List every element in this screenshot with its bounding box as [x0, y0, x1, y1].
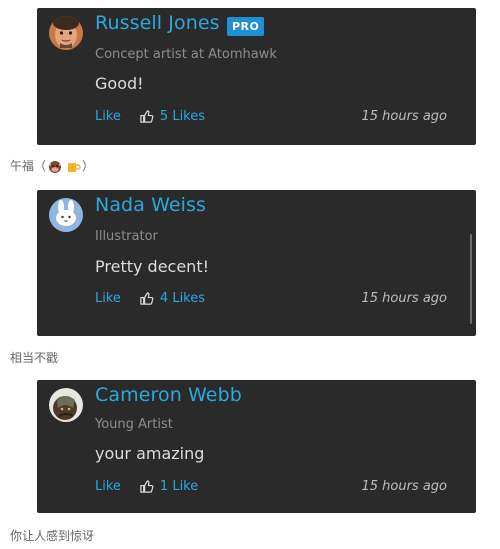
page: Russell Jones PRO Concept artist at Atom…: [0, 0, 500, 549]
comment-actions: Like 1 Like: [95, 479, 198, 494]
pro-badge: PRO: [227, 17, 265, 36]
commenter-title: Young Artist: [95, 417, 173, 432]
caption-1-prefix: 午福（: [10, 159, 47, 173]
avatar-portrait-icon: [49, 16, 83, 50]
caption-1-suffix: ）: [82, 159, 95, 173]
avatar[interactable]: [49, 16, 83, 50]
avatar[interactable]: [49, 388, 83, 422]
caption-3: 你让人感到惊讶: [10, 529, 95, 543]
commenter-name[interactable]: Cameron Webb: [95, 384, 242, 406]
comment-timestamp: 15 hours ago: [361, 479, 447, 494]
commenter-title: Concept artist at Atomhawk: [95, 47, 277, 62]
thumbs-up-icon: [139, 291, 154, 306]
comment-actions: Like 4 Likes: [95, 291, 205, 306]
comment-card-russell: Russell Jones PRO Concept artist at Atom…: [37, 8, 476, 145]
comment-text: your amazing: [95, 444, 205, 463]
cow-face-emoji-icon: [47, 158, 63, 174]
like-button[interactable]: Like: [95, 291, 121, 306]
like-button[interactable]: Like: [95, 479, 121, 494]
thumbs-up-icon: [139, 479, 154, 494]
comment-text: Pretty decent!: [95, 257, 210, 276]
comment-card-cameron: Cameron Webb Young Artist your amazing L…: [37, 380, 476, 513]
avatar[interactable]: [49, 198, 83, 232]
comment-timestamp: 15 hours ago: [361, 109, 447, 124]
commenter-title: Illustrator: [95, 229, 158, 244]
avatar-bunny-icon: [49, 198, 83, 232]
comment-text: Good!: [95, 74, 144, 93]
likes-count-link[interactable]: 1 Like: [160, 479, 198, 494]
commenter-name[interactable]: Russell Jones: [95, 12, 220, 34]
scrollbar[interactable]: [470, 234, 472, 324]
avatar-painting-icon: [49, 388, 83, 422]
caption-1: 午福（ ）: [10, 157, 94, 174]
thumbs-up-icon: [139, 109, 154, 124]
caption-2: 相当不戳: [10, 351, 59, 365]
like-button[interactable]: Like: [95, 109, 121, 124]
beer-mug-emoji-icon: [65, 158, 81, 174]
comment-timestamp: 15 hours ago: [361, 291, 447, 306]
likes-count-link[interactable]: 5 Likes: [160, 109, 205, 124]
likes-count-link[interactable]: 4 Likes: [160, 291, 205, 306]
commenter-name[interactable]: Nada Weiss: [95, 194, 206, 216]
comment-card-nada: Nada Weiss Illustrator Pretty decent! Li…: [37, 190, 476, 336]
comment-actions: Like 5 Likes: [95, 109, 205, 124]
